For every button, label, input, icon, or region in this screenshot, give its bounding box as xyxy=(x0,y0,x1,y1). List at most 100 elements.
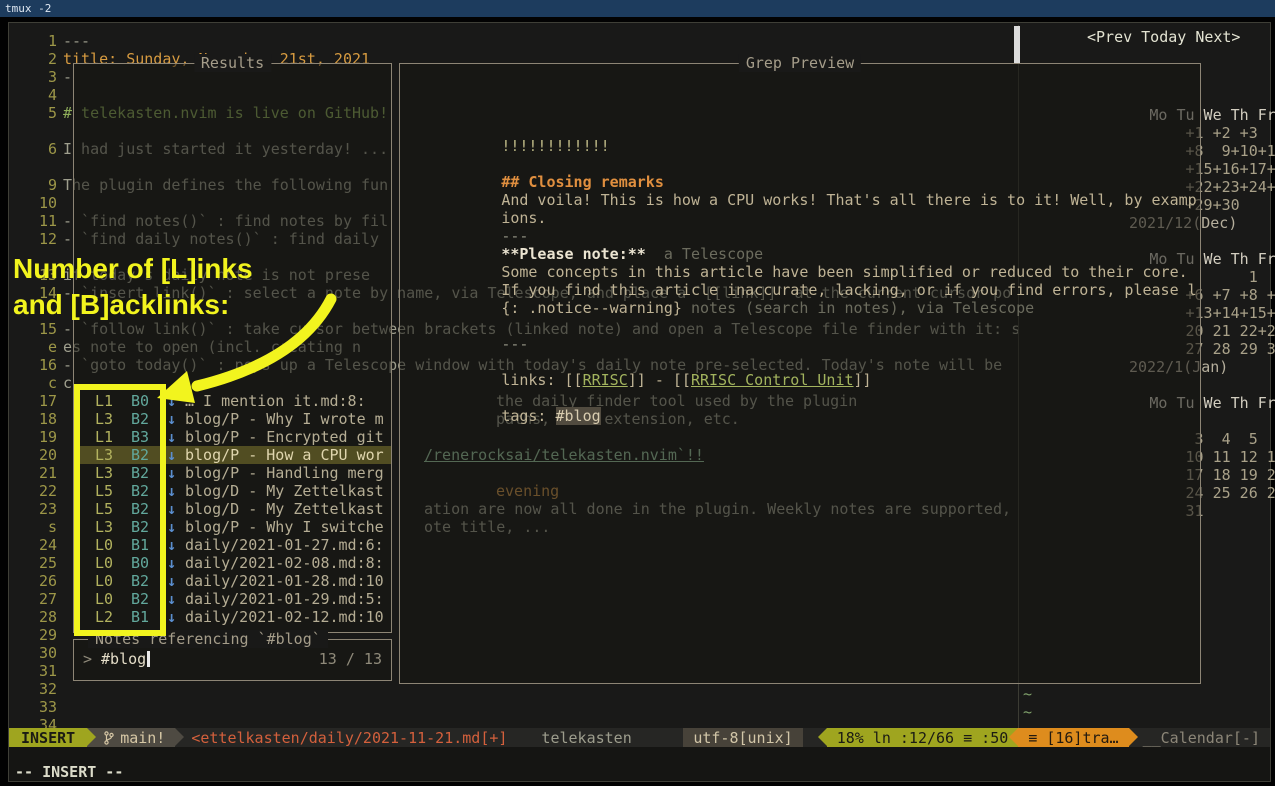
line-number: 4 xyxy=(23,86,57,104)
preview-text-segment: And voila! This is how a CPU works! That… xyxy=(501,191,1197,209)
down-arrow-icon: ↓ xyxy=(167,608,179,626)
result-filename: blog/P - Why I wrote m xyxy=(185,410,384,428)
git-branch-segment: main! xyxy=(87,728,175,747)
calendar-nav: <Prev Today Next> xyxy=(1087,28,1240,46)
result-filename: daily/2021-01-29.md:5: xyxy=(185,590,384,608)
buffer-line: - xyxy=(63,68,72,86)
preview-text-segment: ]] xyxy=(854,371,872,389)
line-number: 25 xyxy=(23,554,57,572)
tilde-marker: ~ xyxy=(1023,685,1032,703)
calendar-today-button[interactable]: Today xyxy=(1141,28,1186,46)
position-segment: 18% ln :12/66 ≡ :50 xyxy=(827,728,1019,747)
line-number: 2 xyxy=(23,50,57,68)
tmux-title: tmux -2 xyxy=(5,0,51,18)
result-filename: blog/P - Encrypted git xyxy=(185,428,384,446)
line-number xyxy=(23,158,57,176)
line-number: c xyxy=(23,374,57,392)
down-arrow-icon: ↓ xyxy=(167,554,179,572)
line-number: 28 xyxy=(23,608,57,626)
preview-text-segment: tags: xyxy=(501,407,555,425)
down-arrow-icon: ↓ xyxy=(167,482,179,500)
result-filename: daily/2021-01-28.md:10 xyxy=(185,572,384,590)
statusline: INSERT main! <ettelkasten/daily/2021-11-… xyxy=(9,728,1270,747)
mode-indicator: INSERT xyxy=(9,728,87,747)
calendar-prev-button[interactable]: <Prev xyxy=(1087,28,1132,46)
line-number: 23 xyxy=(23,500,57,518)
line-number: 31 xyxy=(23,662,57,680)
result-filename: … I mention it.md:8: xyxy=(185,392,366,410)
mode-message: -- INSERT -- xyxy=(15,763,123,781)
down-arrow-icon: ↓ xyxy=(167,446,179,464)
command-line: -- INSERT -- xyxy=(9,747,1270,781)
line-number xyxy=(23,122,57,140)
line-number: s xyxy=(23,518,57,536)
git-branch-icon xyxy=(103,731,114,745)
preview-content: !!!!!!!!!!!! ## Closing remarks And voil… xyxy=(411,65,1197,681)
result-filename: blog/P - Handling merg xyxy=(185,464,384,482)
grep-preview-window: Grep Preview !!!!!!!!!!!! ## Closing rem… xyxy=(399,63,1201,684)
line-number: 3 xyxy=(23,68,57,86)
preview-text-segment: notes (search in notes), via Telescope xyxy=(682,299,1034,317)
result-filename: blog/D - My Zettelkast xyxy=(185,482,384,500)
result-filename: daily/2021-01-27.md:6: xyxy=(185,536,384,554)
down-arrow-icon: ↓ xyxy=(167,590,179,608)
down-arrow-icon: ↓ xyxy=(167,410,179,428)
result-count: 13 / 13 xyxy=(319,650,382,668)
prompt-prefix: > xyxy=(83,650,92,668)
down-arrow-icon: ↓ xyxy=(167,572,179,590)
line-number: 16 xyxy=(23,356,57,374)
line-number-gutter: 1234569101112131415e16c17181920212223s24… xyxy=(23,32,57,744)
results-window-title: Results xyxy=(194,54,271,72)
line-number: 18 xyxy=(23,410,57,428)
line-number: 22 xyxy=(23,482,57,500)
search-input[interactable]: #blog xyxy=(101,650,146,668)
down-arrow-icon: ↓ xyxy=(167,518,179,536)
calendar-buffer-segment: __Calendar[-] xyxy=(1129,728,1270,747)
search-prompt-window: Notes referencing `#blog` > #blog 13 / 1… xyxy=(73,639,392,681)
tmux-title-bar: tmux -2 xyxy=(0,0,1275,17)
line-number: 20 xyxy=(23,446,57,464)
git-branch-name: main! xyxy=(120,729,165,747)
line-number: 19 xyxy=(23,428,57,446)
result-filename: blog/D - My Zettelkast xyxy=(185,500,384,518)
line-number: 5 xyxy=(23,104,57,122)
preview-text-segment: RRISC Control Unit xyxy=(691,371,854,389)
line-number: 33 xyxy=(23,698,57,716)
prompt-row: > #blog 13 / 13 xyxy=(83,650,382,668)
line-number: 26 xyxy=(23,572,57,590)
down-arrow-icon: ↓ xyxy=(167,392,179,410)
result-filename: blog/P - How a CPU wor xyxy=(185,446,384,464)
down-arrow-icon: ↓ xyxy=(167,536,179,554)
line-number: 29 xyxy=(23,626,57,644)
statusline-spacer xyxy=(642,728,684,747)
line-number: 1 xyxy=(23,32,57,50)
annotation-text: Number of [L]inks and [B]acklinks: xyxy=(13,251,253,323)
line-number: 10 xyxy=(23,194,57,212)
line-number: e xyxy=(23,338,57,356)
vim-editor: 1234569101112131415e16c17181920212223s24… xyxy=(8,22,1271,782)
annotation-line-2: and [B]acklinks: xyxy=(13,287,253,323)
down-arrow-icon: ↓ xyxy=(167,428,179,446)
result-filename: daily/2021-02-08.md:8: xyxy=(185,554,384,572)
filename-segment: <ettelkasten/daily/2021-11-21.md[+] xyxy=(175,728,517,747)
down-arrow-icon: ↓ xyxy=(167,464,179,482)
tilde-marker: ~ xyxy=(1023,703,1032,721)
calendar-next-button[interactable]: Next> xyxy=(1195,28,1240,46)
line-number: 27 xyxy=(23,590,57,608)
buffer-line: --- xyxy=(63,32,90,50)
result-filename: daily/2021-02-12.md:10 xyxy=(185,608,384,626)
line-number: 21 xyxy=(23,464,57,482)
annotation-highlight-box xyxy=(74,384,166,636)
whitespace-warning-segment: ≡ [16]tra… xyxy=(1018,728,1128,747)
text-cursor xyxy=(147,651,150,667)
line-number: 6 xyxy=(23,140,57,158)
line-number: 11 xyxy=(23,212,57,230)
filetype-segment: telekasten xyxy=(531,728,641,747)
line-number: 30 xyxy=(23,644,57,662)
terminal-screen: tmux -2 1234569101112131415e16c171819202… xyxy=(0,0,1275,786)
line-number: 24 xyxy=(23,536,57,554)
down-arrow-icon: ↓ xyxy=(167,500,179,518)
scrollbar-thumb[interactable] xyxy=(1014,26,1020,64)
preview-line: tags: #blog xyxy=(411,371,601,425)
preview-text-segment: ]] - [[ xyxy=(628,371,691,389)
